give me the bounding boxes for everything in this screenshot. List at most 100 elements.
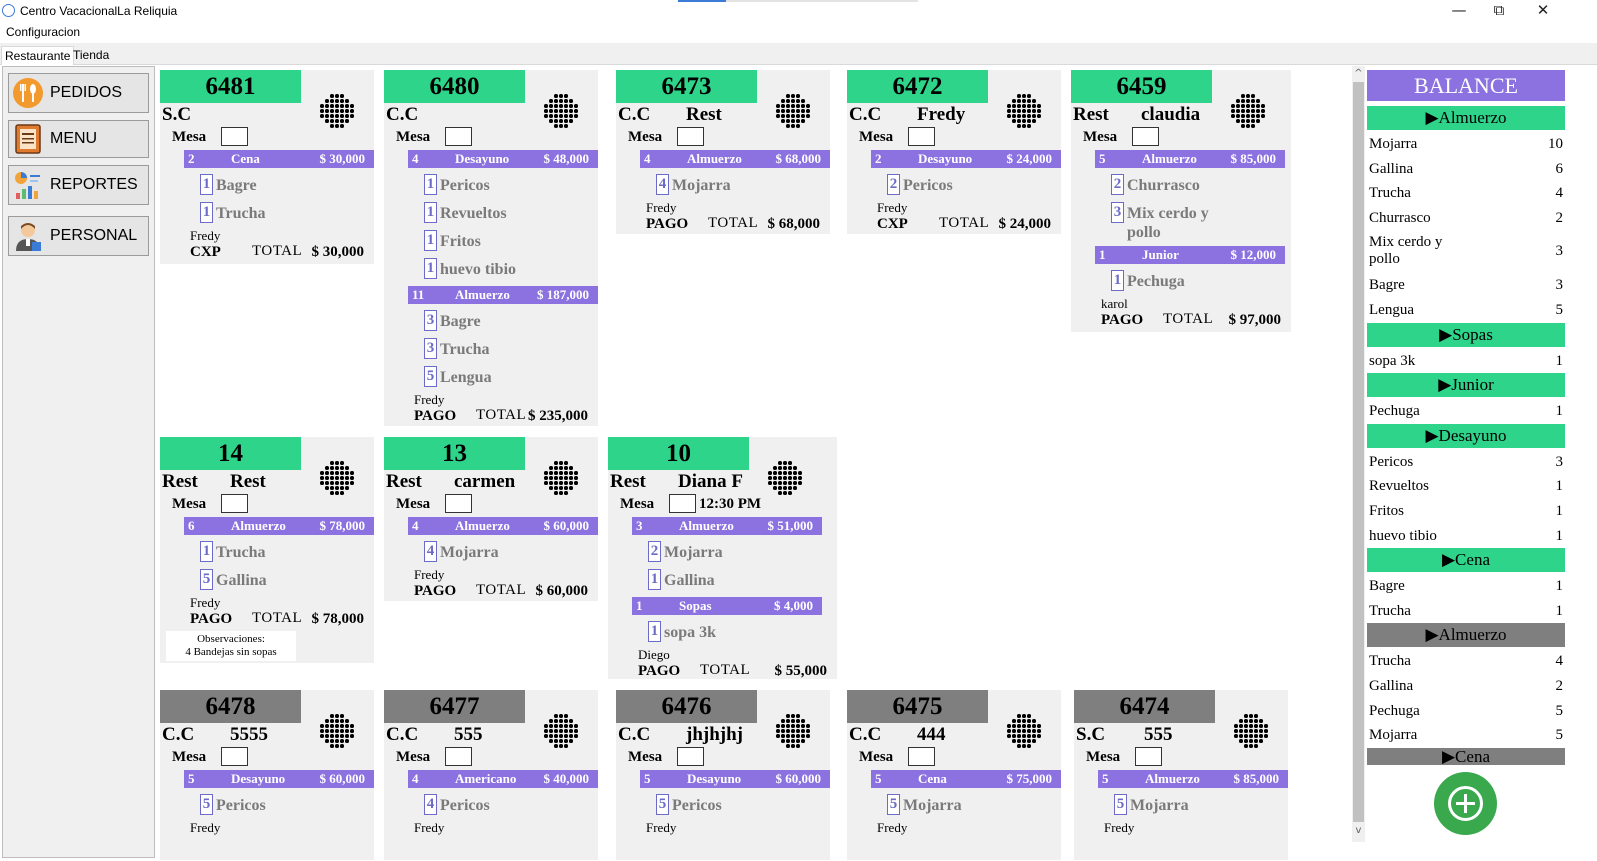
order-card[interactable]: 6473 C.C Rest Mesa 4 Almuerzo $ 68,000 4 Mojarra…: [616, 70, 830, 234]
nav-personal-button[interactable]: PERSONAL: [8, 216, 149, 256]
grip-dots-icon[interactable]: [320, 94, 354, 128]
order-card[interactable]: 6459 Rest claudia Mesa 5 Almuerzo $ 85,000 2 Chu…: [1071, 70, 1291, 332]
grip-dots-icon[interactable]: [544, 461, 578, 495]
scroll-up-arrow-icon[interactable]: ^: [1352, 68, 1365, 79]
balance-item-name: Bagre: [1369, 578, 1405, 595]
grip-dots-icon[interactable]: [1231, 94, 1265, 128]
item-qty-box[interactable]: 1: [200, 202, 213, 223]
add-order-button[interactable]: [1434, 772, 1497, 835]
scroll-down-arrow-icon[interactable]: v: [1352, 825, 1365, 836]
grip-dots-icon[interactable]: [544, 714, 578, 748]
balance-category[interactable]: ▶Almuerzo: [1367, 106, 1565, 130]
grip-dots-icon[interactable]: [1234, 714, 1268, 748]
item-qty-box[interactable]: 5: [200, 569, 213, 590]
item-qty-box[interactable]: 2: [887, 174, 900, 195]
item-qty-box[interactable]: 5: [200, 794, 213, 815]
grip-dots-icon[interactable]: [768, 461, 802, 495]
mesa-input[interactable]: [221, 494, 248, 513]
mesa-input[interactable]: [908, 747, 935, 766]
order-card[interactable]: 6472 C.C Fredy Mesa 2 Desayuno $ 24,000 2 Perico…: [847, 70, 1061, 234]
restore-button[interactable]: ⧉: [1477, 0, 1521, 22]
grip-dots-icon[interactable]: [1007, 94, 1041, 128]
order-card[interactable]: 13 Rest carmen Mesa 4 Almuerzo $ 60,000 4 Mojarr…: [384, 437, 598, 601]
balance-item-name: Bagre: [1369, 277, 1405, 294]
mesa-input[interactable]: [1132, 127, 1159, 146]
item-qty-box[interactable]: 1: [648, 621, 661, 642]
item-qty-box[interactable]: 3: [424, 310, 437, 331]
nav-reportes-button[interactable]: REPORTES: [8, 165, 149, 205]
order-card[interactable]: 6481 S.C Mesa 2 Cena $ 30,000 1 Bagre 1 Trucha Fre…: [160, 70, 374, 264]
item-qty-box[interactable]: 1: [648, 569, 661, 590]
payment-status: PAGO: [190, 611, 233, 627]
item-qty-box[interactable]: 4: [656, 174, 669, 195]
mesa-label: Mesa: [1083, 129, 1118, 145]
balance-category[interactable]: ▶Almuerzo: [1367, 623, 1565, 648]
item-qty-box[interactable]: 4: [424, 541, 437, 562]
item-qty-box[interactable]: 4: [424, 794, 437, 815]
plus-icon: [1448, 786, 1483, 821]
order-card[interactable]: 10 Rest Diana F Mesa 12:30 PM 3 Almuerzo $ 51,0…: [608, 437, 837, 679]
menu-configuracion[interactable]: Configuracion: [6, 25, 80, 39]
grip-dots-icon[interactable]: [544, 94, 578, 128]
scroll-thumb[interactable]: [1353, 82, 1364, 822]
balance-item-count: 1: [1555, 403, 1564, 420]
nav-menu-button[interactable]: MENU: [8, 120, 149, 158]
item-qty-box[interactable]: 2: [1111, 174, 1124, 195]
item-qty-box[interactable]: 1: [200, 541, 213, 562]
balance-category[interactable]: ▶Cena: [1367, 548, 1565, 573]
category-price: $ 75,000: [1006, 771, 1053, 786]
order-card[interactable]: 6478 C.C 5555 Mesa 5 Desayuno $ 60,000 5 Pericos…: [160, 690, 374, 860]
item-qty-box[interactable]: 5: [1114, 794, 1127, 815]
item-qty-box[interactable]: 1: [424, 202, 437, 223]
tab-tienda[interactable]: Tienda: [70, 46, 112, 65]
order-card[interactable]: 6477 C.C 555 Mesa 4 Americano $ 40,000 4 Pericos…: [384, 690, 598, 860]
grip-dots-icon[interactable]: [776, 714, 810, 748]
orders-scrollbar[interactable]: ^ v: [1352, 66, 1365, 842]
order-number: 6474: [1074, 690, 1215, 723]
item-qty-box[interactable]: 3: [1111, 202, 1124, 223]
balance-category[interactable]: ▶Sopas: [1367, 322, 1565, 347]
balance-category[interactable]: ▶Desayuno: [1367, 423, 1565, 448]
grip-dots-icon[interactable]: [776, 94, 810, 128]
mesa-input[interactable]: [445, 494, 472, 513]
total-label: TOTAL: [939, 215, 990, 231]
mesa-input[interactable]: [1135, 747, 1162, 766]
mesa-input[interactable]: [221, 747, 248, 766]
mesa-input[interactable]: [445, 747, 472, 766]
mesa-input[interactable]: [908, 127, 935, 146]
tab-restaurante[interactable]: Restaurante: [1, 46, 75, 65]
item-qty-box[interactable]: 2: [648, 541, 661, 562]
order-card[interactable]: 6476 C.C jhjhjhj Mesa 5 Desayuno $ 60,000 5 Peri…: [616, 690, 830, 860]
mesa-input[interactable]: [677, 747, 704, 766]
item-qty-box[interactable]: 1: [424, 230, 437, 251]
mesa-input[interactable]: [669, 494, 696, 513]
item-qty-box[interactable]: 1: [1111, 270, 1124, 291]
order-item: 5 Mojarra: [1114, 794, 1189, 815]
mesa-input[interactable]: [445, 127, 472, 146]
order-item: 5 Pericos: [200, 794, 266, 815]
item-qty-box[interactable]: 5: [424, 366, 437, 387]
item-qty-box[interactable]: 3: [424, 338, 437, 359]
window-title: Centro VacacionalLa Reliquia: [20, 4, 178, 18]
grip-dots-icon[interactable]: [1007, 714, 1041, 748]
mesa-input[interactable]: [221, 127, 248, 146]
order-card[interactable]: 6474 S.C 555 Mesa 5 Almuerzo $ 85,000 5 Mojarra F…: [1074, 690, 1288, 860]
balance-category[interactable]: ▶Junior: [1367, 373, 1565, 398]
mesa-input[interactable]: [677, 127, 704, 146]
minimize-button[interactable]: —: [1437, 0, 1481, 22]
item-qty-box[interactable]: 1: [424, 258, 437, 279]
item-qty-box[interactable]: 1: [424, 174, 437, 195]
order-card[interactable]: 14 Rest Rest Mesa 6 Almuerzo $ 78,000 1 Trucha 5 G…: [160, 437, 374, 663]
grip-dots-icon[interactable]: [320, 461, 354, 495]
order-card[interactable]: 6475 C.C 444 Mesa 5 Cena $ 75,000 5 Mojarra Fredy: [847, 690, 1061, 860]
balance-category[interactable]: ▶Cena: [1367, 747, 1565, 765]
grip-dots-icon[interactable]: [320, 714, 354, 748]
item-qty-box[interactable]: 5: [887, 794, 900, 815]
category-bar: 5 Desayuno $ 60,000: [184, 770, 374, 788]
order-card[interactable]: 6480 C.C Mesa 4 Desayuno $ 48,000 1 Pericos 1 Rev…: [384, 70, 598, 426]
nav-pedidos-button[interactable]: PEDIDOS: [8, 73, 149, 113]
item-qty-box[interactable]: 5: [656, 794, 669, 815]
order-item: 2 Mojarra: [648, 541, 723, 562]
close-button[interactable]: ✕: [1521, 0, 1565, 22]
item-qty-box[interactable]: 1: [200, 174, 213, 195]
